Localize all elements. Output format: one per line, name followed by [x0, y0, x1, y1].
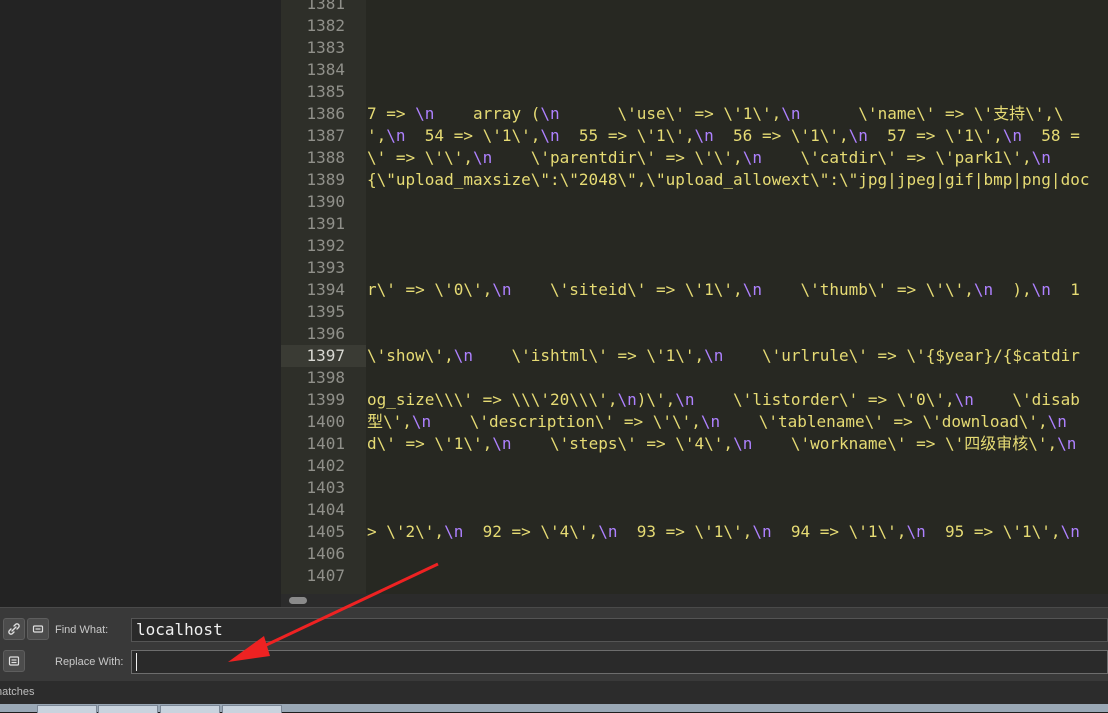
line-number: 1401	[306, 434, 345, 453]
code-editor[interactable]: 1381 1382 1383 1384 1385 1386 7 => \n array (\…	[281, 0, 1108, 594]
line-number: 1394	[306, 280, 345, 299]
line-number: 1384	[306, 60, 345, 79]
line-number: 1407	[306, 566, 345, 585]
code-line[interactable]: 1390	[281, 191, 1108, 213]
horizontal-scrollbar[interactable]	[281, 594, 1108, 607]
code-line[interactable]: 1400 型\',\n \'description\' => \'\',\n \'…	[281, 411, 1108, 433]
minus-icon[interactable]	[27, 618, 49, 640]
code-text: {\"upload_maxsize\":\"2048\",\"upload_al…	[367, 170, 1090, 189]
code-line[interactable]: 1405 > \'2\',\n 92 => \'4\',\n 93 => \'1\…	[281, 521, 1108, 543]
equals-icon[interactable]	[3, 650, 25, 672]
scrollbar-thumb[interactable]	[289, 597, 307, 604]
code-line[interactable]: 1387 ',\n 54 => \'1\',\n 55 => \'1\',\n 5…	[281, 125, 1108, 147]
line-number: 1386	[306, 104, 345, 123]
code-text: ',\n 54 => \'1\',\n 55 => \'1\',\n 56 =>…	[367, 126, 1080, 145]
code-line[interactable]: 1388 \' => \'\',\n \'parentdir\' => \'\',…	[281, 147, 1108, 169]
code-line[interactable]: 1381	[281, 0, 1108, 15]
status-bar: natches	[0, 681, 1108, 704]
code-line[interactable]: 1384	[281, 59, 1108, 81]
line-number: 1390	[306, 192, 345, 211]
line-number: 1381	[306, 0, 345, 13]
code-line[interactable]: 1386 7 => \n array (\n \'use\' => \'1\',\…	[281, 103, 1108, 125]
code-line[interactable]: 1392	[281, 235, 1108, 257]
find-what-label: Find What:	[55, 624, 109, 636]
find-input-value: localhost	[136, 620, 223, 639]
line-number: 1399	[306, 390, 345, 409]
code-line[interactable]: 1389 {\"upload_maxsize\":\"2048\",\"uploa…	[281, 169, 1108, 191]
find-replace-panel: Find What: localhost Replace With:	[0, 607, 1108, 681]
line-number: 1397	[306, 346, 345, 365]
replace-input[interactable]	[131, 650, 1108, 674]
sidebar-panel	[0, 0, 281, 607]
code-line[interactable]: 1399 og_size\\\' => \\\'20\\\',\n)\',\n \…	[281, 389, 1108, 411]
line-number: 1403	[306, 478, 345, 497]
line-number: 1389	[306, 170, 345, 189]
code-line[interactable]: 1394 r\' => \'0\',\n \'siteid\' => \'1\',…	[281, 279, 1108, 301]
status-text: natches	[0, 686, 35, 698]
code-line[interactable]: 1402	[281, 455, 1108, 477]
code-text: og_size\\\' => \\\'20\\\',\n)\',\n \'lis…	[367, 390, 1080, 409]
code-line[interactable]: 1401 d\' => \'1\',\n \'steps\' => \'4\',\…	[281, 433, 1108, 455]
line-number: 1405	[306, 522, 345, 541]
line-number: 1402	[306, 456, 345, 475]
code-line[interactable]: 1404	[281, 499, 1108, 521]
code-line[interactable]: 1391	[281, 213, 1108, 235]
line-number: 1383	[306, 38, 345, 57]
line-number: 1400	[306, 412, 345, 431]
code-line[interactable]: 1395	[281, 301, 1108, 323]
code-line[interactable]: 1403	[281, 477, 1108, 499]
code-text: r\' => \'0\',\n \'siteid\' => \'1\',\n \…	[367, 280, 1080, 299]
code-line[interactable]: 1398	[281, 367, 1108, 389]
line-number: 1404	[306, 500, 345, 519]
code-text: 7 => \n array (\n \'use\' => \'1\',\n \'…	[367, 104, 1064, 123]
line-number: 1398	[306, 368, 345, 387]
line-number: 1406	[306, 544, 345, 563]
link-icon[interactable]	[3, 618, 25, 640]
find-input[interactable]: localhost	[131, 618, 1108, 642]
line-number: 1396	[306, 324, 345, 343]
code-line[interactable]: 1397 \'show\',\n \'ishtml\' => \'1\',\n \…	[281, 345, 1108, 367]
replace-with-label: Replace With:	[55, 656, 124, 668]
code-line[interactable]: 1382	[281, 15, 1108, 37]
line-number: 1388	[306, 148, 345, 167]
taskbar	[0, 704, 1108, 713]
code-text: \'show\',\n \'ishtml\' => \'1\',\n \'url…	[367, 346, 1080, 365]
line-number: 1382	[306, 16, 345, 35]
line-number: 1393	[306, 258, 345, 277]
code-line[interactable]: 1383	[281, 37, 1108, 59]
code-text: > \'2\',\n 92 => \'4\',\n 93 => \'1\',\n…	[367, 522, 1080, 541]
line-number: 1395	[306, 302, 345, 321]
line-number: 1385	[306, 82, 345, 101]
code-line[interactable]: 1406	[281, 543, 1108, 565]
code-text: 型\',\n \'description\' => \'\',\n \'tabl…	[367, 412, 1067, 431]
code-text: d\' => \'1\',\n \'steps\' => \'4\',\n \'…	[367, 434, 1077, 453]
line-number: 1391	[306, 214, 345, 233]
line-number: 1387	[306, 126, 345, 145]
code-line[interactable]: 1396	[281, 323, 1108, 345]
line-number: 1392	[306, 236, 345, 255]
text-caret	[136, 653, 137, 671]
code-line[interactable]: 1407	[281, 565, 1108, 587]
code-line[interactable]: 1385	[281, 81, 1108, 103]
code-line[interactable]: 1393	[281, 257, 1108, 279]
code-text: \' => \'\',\n \'parentdir\' => \'\',\n \…	[367, 148, 1051, 167]
